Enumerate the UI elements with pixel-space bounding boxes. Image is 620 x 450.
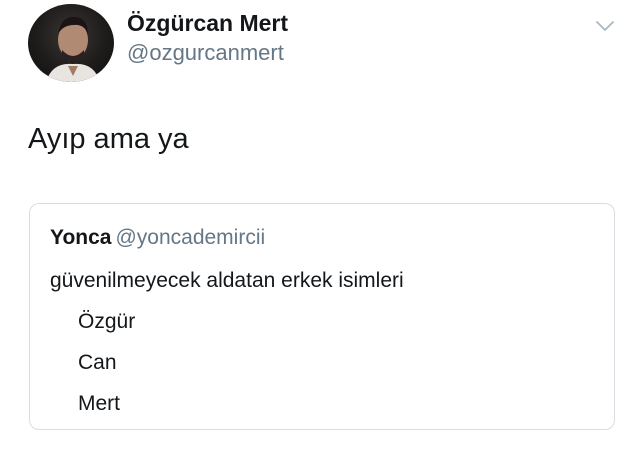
author-handle[interactable]: @ozgurcanmert [127, 39, 288, 67]
avatar[interactable] [28, 4, 114, 82]
author-display-name[interactable]: Özgürcan Mert [127, 9, 288, 37]
list-item: Özgür [50, 307, 404, 348]
tweet: Özgürcan Mert @ozgurcanmert Ayıp ama ya … [0, 0, 620, 450]
crescent-moon-icon [50, 352, 76, 378]
tweet-author: Özgürcan Mert @ozgurcanmert [127, 9, 288, 67]
quoted-tweet-card[interactable]: Yonca @yoncademircii güvenilmeyecek aldat… [29, 203, 615, 430]
list-item-label: Can [78, 351, 117, 374]
quoted-tweet-text: güvenilmeyecek aldatan erkek isimleri Öz… [50, 266, 404, 430]
crescent-moon-icon [50, 393, 76, 419]
crescent-moon-icon [50, 311, 76, 337]
list-item-label: Özgür [78, 310, 136, 333]
avatar-photo [46, 16, 100, 82]
list-item: Mert [50, 389, 404, 430]
chevron-down-icon[interactable] [593, 14, 617, 38]
quoted-author-handle: @yoncademircii [115, 226, 266, 249]
list-item: Can [50, 348, 404, 389]
quoted-tweet-intro: güvenilmeyecek aldatan erkek isimleri [50, 269, 404, 292]
quoted-author-display-name: Yonca [50, 226, 112, 249]
quoted-tweet-header: Yonca @yoncademircii [50, 226, 265, 250]
list-item-label: Mert [78, 392, 120, 415]
tweet-text: Ayıp ama ya [28, 123, 189, 155]
